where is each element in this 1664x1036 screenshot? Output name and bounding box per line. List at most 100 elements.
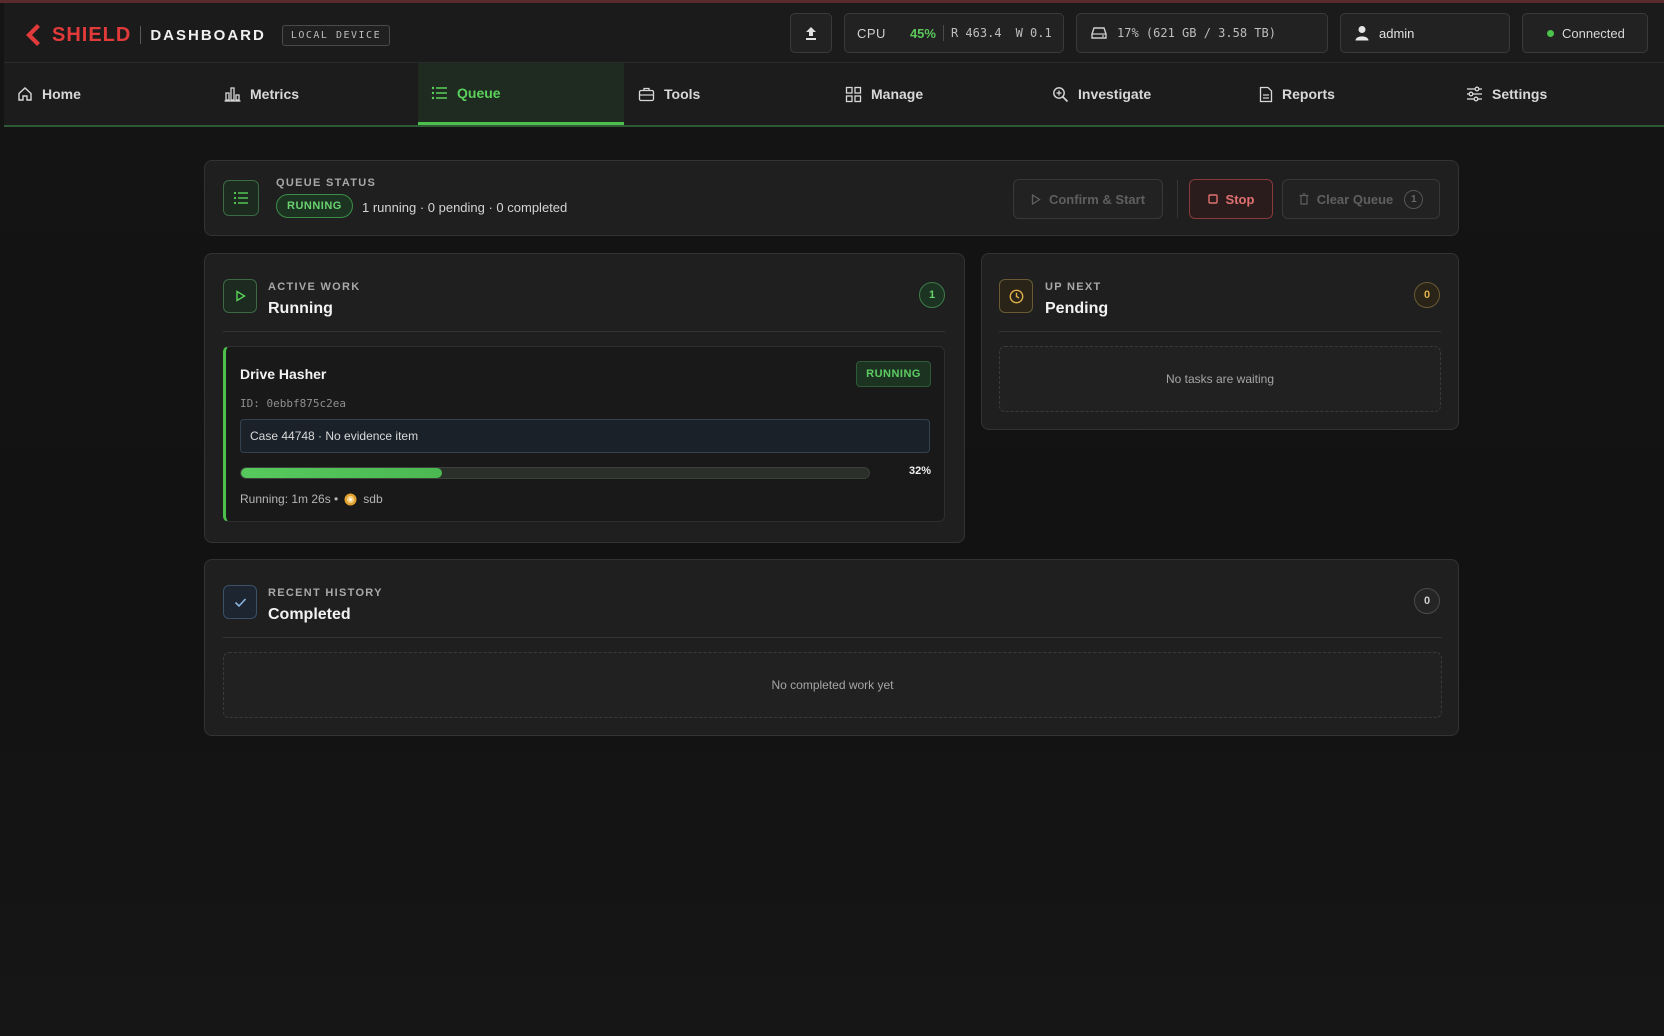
running-count-badge: 1 (919, 282, 945, 308)
check-icon (234, 597, 246, 607)
tab-label: Home (42, 86, 81, 102)
toolbox-icon (638, 87, 655, 102)
task-progress-label: 32% (908, 465, 931, 477)
history-empty-state: No completed work yet (223, 652, 1442, 718)
cpu-label: CPU (857, 25, 886, 41)
stop-button[interactable]: Stop (1189, 179, 1273, 219)
sliders-icon (1467, 86, 1482, 102)
tab-label: Tools (664, 86, 701, 102)
disk-usage: 17% (621 GB / 3.58 TB) (1076, 13, 1328, 53)
tab-label: Manage (871, 86, 924, 102)
upload-button[interactable] (790, 13, 832, 53)
cpu-value: 45% (909, 25, 936, 41)
task-id: ID: 0ebbf875c2ea (240, 397, 346, 410)
disk-usage-text: 17% (621 GB / 3.58 TB) (1117, 26, 1276, 40)
task-progress-bar (240, 467, 870, 479)
queue-status-icon (223, 180, 259, 216)
list-icon (233, 191, 248, 205)
cpu-meter: CPU 45% R 463.4 W 0.1 (844, 13, 1064, 53)
stop-label: Stop (1225, 191, 1255, 207)
running-card: ACTIVE WORK Running 1 Drive Hasher RUNNI… (204, 253, 965, 543)
pending-empty-state: No tasks are waiting (999, 346, 1441, 412)
bar-chart-icon (224, 87, 241, 102)
pending-card: UP NEXT Pending 0 No tasks are waiting (981, 253, 1459, 430)
tab-label: Settings (1492, 86, 1548, 102)
history-empty-text: No completed work yet (771, 678, 894, 692)
confirm-start-button[interactable]: Confirm & Start (1013, 179, 1163, 219)
brand-subtitle: DASHBOARD (150, 26, 266, 44)
section-divider (999, 331, 1441, 332)
tab-label: Reports (1282, 86, 1335, 102)
queue-state-badge: RUNNING (276, 194, 353, 218)
clear-queue-label: Clear Queue (1316, 191, 1394, 207)
username: admin (1379, 25, 1415, 41)
pending-icon (999, 279, 1033, 313)
task-footer: Running: 1m 26s • sdb (240, 492, 383, 506)
tab-reports[interactable]: Reports (1246, 63, 1452, 125)
document-icon (1259, 86, 1273, 102)
clear-queue-button[interactable]: Clear Queue 1 (1282, 179, 1440, 219)
magnify-plus-icon (1053, 86, 1069, 102)
running-eyebrow: ACTIVE WORK (268, 281, 361, 293)
queue-status-card: QUEUE STATUS RUNNING 1 running · 0 pendi… (204, 160, 1459, 236)
section-divider (223, 331, 945, 332)
play-icon (1031, 193, 1041, 205)
task-case-text: Case 44748 · No evidence item (250, 429, 419, 443)
list-icon (431, 86, 447, 99)
user-icon (1355, 26, 1369, 41)
tab-home[interactable]: Home (4, 63, 210, 125)
stop-icon (1207, 194, 1218, 204)
pending-empty-text: No tasks are waiting (1165, 372, 1275, 386)
tab-label: Metrics (250, 86, 300, 102)
section-divider (223, 637, 1442, 638)
user-menu[interactable]: admin (1340, 13, 1510, 53)
trash-icon (1299, 193, 1309, 205)
queue-status-eyebrow: QUEUE STATUS (276, 177, 377, 189)
tab-manage[interactable]: Manage (832, 63, 1038, 125)
device-badge: LOCAL DEVICE (281, 24, 391, 46)
app-header: SHIELD DASHBOARD LOCAL DEVICE CPU 45% R … (4, 3, 1664, 63)
brand-name: SHIELD (52, 23, 132, 46)
task-status-badge: RUNNING (856, 361, 931, 387)
task-progress-fill (241, 468, 442, 478)
task-case-info: Case 44748 · No evidence item (240, 419, 930, 453)
tab-settings[interactable]: Settings (1453, 63, 1659, 125)
history-icon (223, 585, 257, 619)
disc-icon (344, 493, 357, 505)
tab-metrics[interactable]: Metrics (211, 63, 417, 125)
grid-icon (845, 86, 862, 102)
queue-summary: 1 running · 0 pending · 0 completed (362, 200, 568, 215)
tab-queue[interactable]: Queue (418, 63, 624, 125)
button-divider (1177, 180, 1178, 218)
main-nav: Home Metrics Queue Tools Manage Investig… (4, 63, 1664, 127)
pending-title: Pending (1045, 300, 1109, 317)
pending-eyebrow: UP NEXT (1045, 281, 1102, 293)
history-title: Completed (268, 606, 351, 623)
connection-dot-icon (1547, 29, 1554, 37)
task-device: sdb (363, 492, 383, 506)
tab-label: Queue (457, 84, 501, 101)
shield-logo-icon (26, 24, 40, 46)
history-eyebrow: RECENT HISTORY (268, 587, 383, 599)
running-icon (223, 279, 257, 313)
home-icon (18, 87, 32, 101)
disk-write-rate: W 0.1 (1015, 26, 1052, 40)
brand-divider (140, 26, 142, 44)
clock-icon (1009, 289, 1023, 303)
upload-icon (806, 27, 816, 40)
hard-drive-icon (1091, 27, 1107, 39)
clear-queue-count: 1 (1404, 189, 1424, 209)
pending-count-badge: 0 (1414, 282, 1440, 308)
tab-label: Investigate (1078, 86, 1152, 102)
tab-investigate[interactable]: Investigate (1039, 63, 1245, 125)
task-elapsed: Running: 1m 26s • (240, 492, 339, 506)
task-name: Drive Hasher (240, 366, 327, 382)
brand[interactable]: SHIELD DASHBOARD LOCAL DEVICE (22, 20, 391, 50)
play-icon (235, 290, 246, 302)
confirm-start-label: Confirm & Start (1048, 191, 1146, 207)
tab-tools[interactable]: Tools (625, 63, 831, 125)
running-title: Running (268, 300, 333, 317)
history-card: RECENT HISTORY Completed 0 No completed … (204, 559, 1459, 736)
task-card[interactable]: Drive Hasher RUNNING ID: 0ebbf875c2ea Ca… (223, 346, 945, 522)
cpu-divider (942, 25, 944, 41)
